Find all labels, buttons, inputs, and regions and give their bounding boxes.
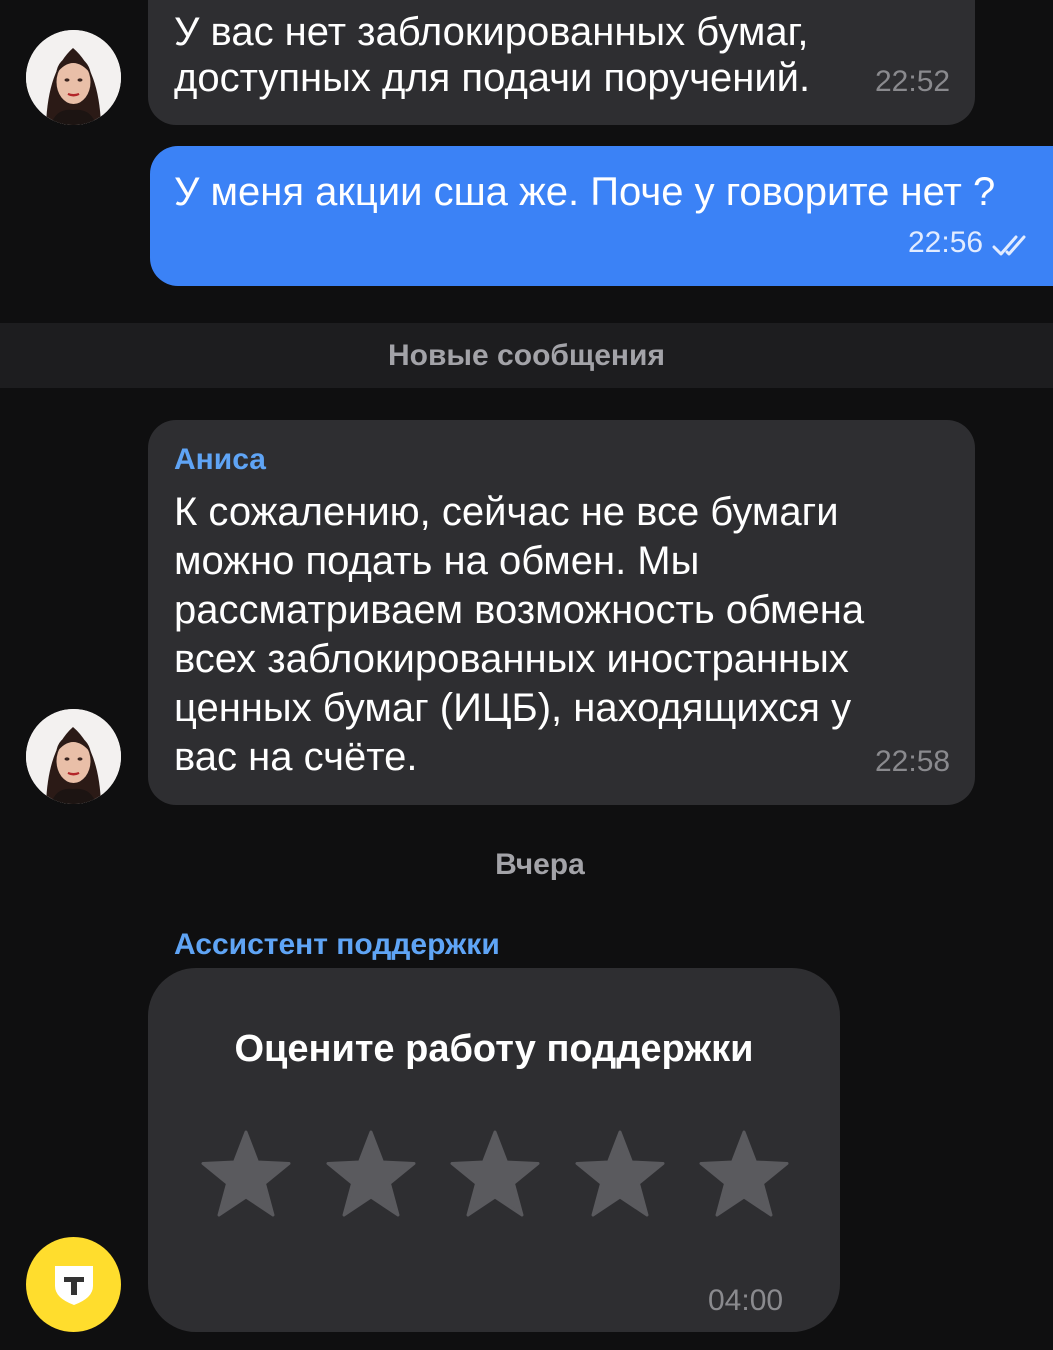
operator-photo-avatar	[26, 30, 121, 125]
message-time: 22:56	[908, 226, 984, 259]
new-messages-label: Новые сообщения	[387, 338, 665, 372]
star-icon[interactable]	[698, 1130, 790, 1220]
sender-name: Ассистент поддержки	[174, 928, 500, 961]
operator-avatar[interactable]	[26, 709, 121, 804]
message-text: К сожалению, сейчас не все бумаги можно п…	[174, 488, 864, 782]
double-check-icon	[990, 232, 1030, 263]
message-time: 04:00	[708, 1284, 784, 1317]
message-bubble-incoming: У вас нет заблокированных бумаг, доступн…	[148, 0, 975, 125]
message-text-line: К сожалению, сейчас не все бумаги	[174, 490, 839, 534]
new-messages-divider: Новые сообщения	[0, 323, 1053, 388]
sender-name: Аниса	[174, 443, 266, 476]
star-icon[interactable]	[574, 1130, 666, 1220]
message-text-line: ценных бумаг (ИЦБ), находящихся у	[174, 686, 852, 730]
star-icon[interactable]	[449, 1130, 541, 1220]
message-text-line: всех заблокированных иностранных	[174, 637, 849, 681]
message-text-line: У вас нет заблокированных бумаг,	[174, 10, 809, 54]
message-text-line: вас на счёте.	[174, 735, 418, 779]
chat-screen: У вас нет заблокированных бумаг, доступн…	[0, 0, 1053, 1350]
message-text-line: рассматриваем возможность обмена	[174, 588, 865, 632]
t-logo-shield-icon	[54, 1265, 93, 1305]
message-time: 22:52	[875, 65, 951, 98]
message-bubble-incoming: Аниса К сожалению, сейчас не все бумаги м…	[148, 420, 975, 805]
message-text-line: доступных для подачи поручений.	[174, 56, 811, 100]
star-icon[interactable]	[200, 1130, 292, 1220]
star-icon[interactable]	[325, 1130, 417, 1220]
message-bubble-outgoing: У меня акции сша же. Поче у говорите нет…	[150, 146, 1053, 286]
rating-stars	[200, 1130, 790, 1220]
date-separator: Вчера	[495, 848, 585, 881]
message-text: У меня акции сша же. Поче у говорите нет…	[174, 170, 996, 214]
bot-avatar[interactable]	[26, 1237, 121, 1332]
message-time: 22:58	[875, 745, 951, 778]
operator-photo-avatar	[26, 709, 121, 804]
rating-title: Оцените работу поддержки	[234, 1028, 754, 1070]
message-text-line: можно подать на обмен. Мы	[174, 539, 700, 583]
operator-avatar[interactable]	[26, 30, 121, 125]
